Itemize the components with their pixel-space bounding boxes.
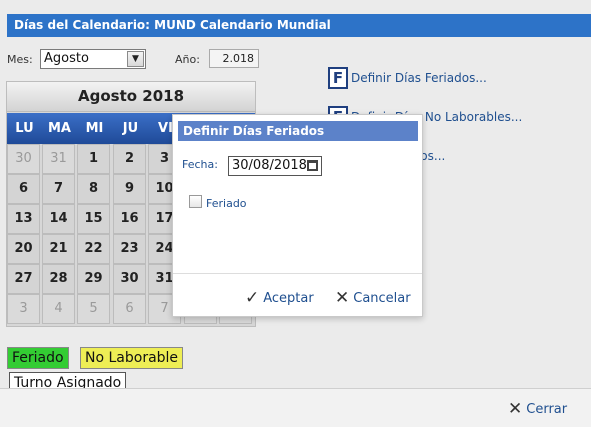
page-title: Días del Calendario: MUND Calendario Mun… (7, 14, 591, 37)
calendar-day[interactable]: 6 (7, 174, 40, 204)
calendar-day[interactable]: 6 (113, 294, 146, 324)
calendar-day[interactable]: 31 (42, 144, 75, 174)
calendar-day[interactable]: 29 (77, 264, 110, 294)
date-input-value: 30/08/2018 (232, 158, 307, 173)
date-input[interactable]: 30/08/2018 (228, 156, 322, 176)
weekday-label: LU (15, 121, 34, 136)
legend-holiday: Feriado (7, 347, 69, 369)
accept-button[interactable]: ✓ Aceptar (245, 287, 314, 309)
year-label: Año: (175, 53, 200, 66)
calendar-day[interactable]: 8 (77, 174, 110, 204)
form-icon: F (328, 67, 348, 89)
calendar-day[interactable]: 23 (113, 234, 146, 264)
date-label: Fecha: (182, 158, 218, 171)
weekday-label: JU (122, 121, 139, 136)
accept-button-label: Aceptar (263, 291, 314, 306)
link-define-holidays[interactable]: F Definir Días Feriados... (328, 67, 487, 89)
calendar-day[interactable]: 4 (42, 294, 75, 324)
cancel-button[interactable]: ✕ Cancelar (335, 287, 411, 309)
calendar-day[interactable]: 5 (77, 294, 110, 324)
calendar-day[interactable]: 13 (7, 204, 40, 234)
calendar-day[interactable]: 1 (77, 144, 110, 174)
close-icon: ✕ (335, 288, 350, 308)
calendar-day[interactable]: 15 (77, 204, 110, 234)
calendar-day[interactable]: 21 (42, 234, 75, 264)
calendar-day[interactable]: 22 (77, 234, 110, 264)
define-holidays-dialog: Definir Días Feriados Fecha: 30/08/2018 … (172, 114, 423, 317)
calendar-day[interactable]: 7 (42, 174, 75, 204)
legend-non-working: No Laborable (80, 347, 184, 369)
weekday-label: MI (85, 121, 104, 136)
cancel-button-label: Cancelar (353, 291, 411, 306)
link-define-holidays-label: Definir Días Feriados... (351, 71, 487, 85)
calendar-day[interactable]: 27 (7, 264, 40, 294)
calendar-day[interactable]: 28 (42, 264, 75, 294)
divider (173, 273, 422, 274)
calendar-day[interactable]: 3 (7, 294, 40, 324)
calendar-day[interactable]: 9 (113, 174, 146, 204)
calendar-day[interactable]: 14 (42, 204, 75, 234)
year-input[interactable]: 2.018 (209, 49, 259, 68)
footer-bar: ✕ Cerrar (0, 388, 591, 427)
month-select[interactable]: Agosto ▼ (40, 49, 146, 69)
weekday-label: MA (48, 121, 71, 136)
checkmark-icon: ✓ (245, 288, 260, 308)
calendar-day[interactable]: 30 (7, 144, 40, 174)
calendar-day[interactable]: 16 (113, 204, 146, 234)
calendar-month-title: Agosto 2018 (7, 82, 255, 112)
calendar-icon[interactable] (307, 160, 318, 171)
month-label: Mes: (7, 53, 33, 66)
calendar-day[interactable]: 20 (7, 234, 40, 264)
holiday-checkbox[interactable] (189, 195, 202, 208)
dropdown-arrow-icon[interactable]: ▼ (127, 51, 144, 67)
holiday-checkbox-label: Feriado (206, 197, 247, 210)
close-icon: ✕ (508, 399, 523, 419)
calendar-day[interactable]: 2 (113, 144, 146, 174)
calendar-day[interactable]: 30 (113, 264, 146, 294)
close-button-label: Cerrar (526, 402, 568, 417)
dialog-title: Definir Días Feriados (178, 121, 418, 141)
close-button[interactable]: ✕ Cerrar (508, 398, 567, 420)
month-select-value: Agosto (44, 51, 89, 66)
